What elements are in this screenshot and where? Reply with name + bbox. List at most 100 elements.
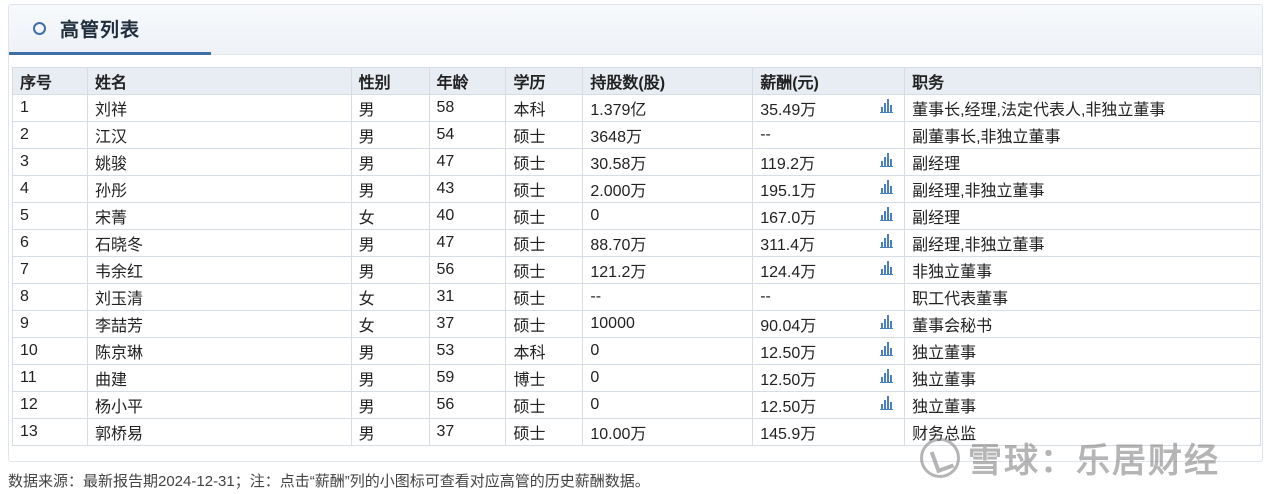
panel-title-tab: 高管列表 (9, 5, 211, 55)
cell-age: 37 (428, 418, 507, 446)
cell-education: 本科 (505, 337, 584, 365)
bar-chart-icon[interactable] (879, 234, 893, 248)
cell-age: 43 (428, 175, 507, 203)
cell-gender: 男 (350, 121, 430, 149)
circle-bullet-icon (33, 22, 46, 35)
cell-no: 4 (12, 175, 88, 203)
col-header-age: 年龄 (428, 67, 507, 95)
table-row: 2 江汉男 54 硕士 3648万 -- 副董事长,非独立董事 (12, 121, 1261, 149)
cell-age: 53 (428, 337, 507, 365)
cell-title: 副董事长,非独立董事 (904, 121, 1261, 149)
cell-no: 3 (12, 148, 88, 176)
cell-age: 59 (428, 364, 507, 392)
cell-title: 副经理 (904, 202, 1261, 230)
cell-pay: 12.50万 (752, 364, 873, 392)
cell-age: 47 (428, 148, 507, 176)
table-row: 6 石晓冬男 47 硕士 88.70万 311.4万 副经理,非独立董事 (12, 229, 1261, 257)
cell-title: 副经理,非独立董事 (904, 229, 1261, 257)
cell-age: 58 (428, 94, 507, 122)
cell-education: 硕士 (505, 418, 584, 446)
cell-shares: 88.70万 (582, 229, 754, 257)
cell-gender: 男 (350, 337, 430, 365)
cell-pay-history (872, 283, 906, 311)
bar-chart-icon[interactable] (879, 396, 893, 410)
cell-pay-history (872, 229, 906, 257)
table-row: 4 孙彤男 43 硕士 2.000万 195.1万 副经理,非独立董事 (12, 175, 1261, 203)
cell-name: 韦余红 (86, 256, 352, 284)
table-header-row: 序号 姓名 性别 年龄 学历 持股数(股) 薪酬(元) 职务 (12, 67, 1261, 95)
cell-shares: 0 (582, 337, 754, 365)
cell-no: 6 (12, 229, 88, 257)
watermark-text: 雪球：乐居财经 (968, 442, 1220, 480)
cell-title: 非独立董事 (904, 256, 1261, 284)
cell-pay: 311.4万 (752, 229, 873, 257)
col-header-education: 学历 (505, 67, 584, 95)
cell-name: 石晓冬 (86, 229, 352, 257)
cell-no: 10 (12, 337, 88, 365)
footer-note: 数据来源：最新报告期2024-12-31；注：点击“薪酬”列的小图标可查看对应高… (8, 473, 650, 490)
cell-education: 硕士 (505, 202, 584, 230)
cell-pay: 145.9万 (752, 418, 873, 446)
snowball-logo-icon (920, 437, 960, 478)
cell-no: 13 (12, 418, 88, 446)
cell-pay-history (872, 364, 906, 392)
cell-title: 职工代表董事 (904, 283, 1261, 311)
cell-education: 硕士 (505, 229, 584, 257)
col-header-pay: 薪酬(元) (752, 67, 873, 95)
cell-pay: 195.1万 (752, 175, 873, 203)
cell-name: 刘玉清 (86, 283, 352, 311)
bar-chart-icon[interactable] (879, 261, 893, 275)
bar-chart-icon[interactable] (879, 315, 893, 329)
cell-title: 独立董事 (904, 391, 1261, 419)
bar-chart-icon[interactable] (879, 369, 893, 383)
table-row: 1 刘祥男 58 本科 1.379亿 35.49万 董事长,经理,法定代表人,非独立董事 (12, 94, 1261, 122)
cell-title: 副经理,非独立董事 (904, 175, 1261, 203)
cell-name: 李喆芳 (86, 310, 352, 338)
watermark: 雪球：乐居财经 (920, 433, 1220, 482)
cell-title: 独立董事 (904, 337, 1261, 365)
cell-no: 2 (12, 121, 88, 149)
table-row: 11 曲建男 59 博士 0 12.50万 独立董事 (12, 364, 1261, 392)
cell-age: 37 (428, 310, 507, 338)
cell-pay: 124.4万 (752, 256, 873, 284)
cell-pay: 12.50万 (752, 391, 873, 419)
executive-list-panel: 高管列表 序号 姓名 性别 年龄 学历 持股数(股) 薪酬(元) 职务 1 刘祥… (8, 4, 1263, 462)
cell-age: 31 (428, 283, 507, 311)
cell-pay-history (872, 148, 906, 176)
cell-gender: 男 (350, 418, 430, 446)
cell-no: 7 (12, 256, 88, 284)
cell-gender: 男 (350, 391, 430, 419)
cell-pay-history (872, 202, 906, 230)
cell-pay-history (872, 418, 906, 446)
cell-pay-history (872, 256, 906, 284)
bar-chart-icon[interactable] (879, 342, 893, 356)
cell-shares: 30.58万 (582, 148, 754, 176)
cell-shares: 0 (582, 364, 754, 392)
cell-name: 宋菁 (86, 202, 352, 230)
col-header-pay-icon (872, 67, 906, 95)
col-header-title: 职务 (904, 67, 1261, 95)
cell-education: 本科 (505, 94, 584, 122)
cell-shares: 2.000万 (582, 175, 754, 203)
cell-pay: 167.0万 (752, 202, 873, 230)
cell-education: 硕士 (505, 310, 584, 338)
cell-gender: 男 (350, 175, 430, 203)
cell-education: 硕士 (505, 121, 584, 149)
bar-chart-icon[interactable] (879, 207, 893, 221)
col-header-name: 姓名 (86, 67, 352, 95)
cell-education: 硕士 (505, 148, 584, 176)
cell-pay: 12.50万 (752, 337, 873, 365)
bar-chart-icon[interactable] (879, 153, 893, 167)
table-row: 12 杨小平男 56 硕士 0 12.50万 独立董事 (12, 391, 1261, 419)
cell-gender: 男 (350, 229, 430, 257)
bar-chart-icon[interactable] (879, 180, 893, 194)
cell-age: 54 (428, 121, 507, 149)
cell-name: 江汉 (86, 121, 352, 149)
cell-no: 8 (12, 283, 88, 311)
cell-pay-history (872, 337, 906, 365)
cell-education: 硕士 (505, 175, 584, 203)
cell-name: 刘祥 (86, 94, 352, 122)
bar-chart-icon[interactable] (879, 99, 893, 113)
table-row: 9 李喆芳女 37 硕士 10000 90.04万 董事会秘书 (12, 310, 1261, 338)
cell-pay: 35.49万 (752, 94, 873, 122)
